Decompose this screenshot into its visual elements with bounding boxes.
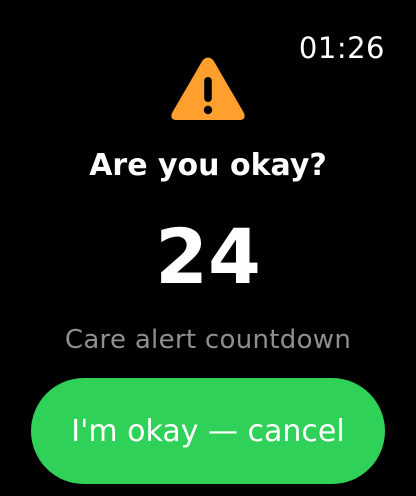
- countdown-caption: Care alert countdown: [64, 325, 352, 355]
- cancel-alert-button[interactable]: I'm okay — cancel: [31, 378, 385, 484]
- countdown-value: 24: [155, 212, 261, 301]
- cancel-button-label: I'm okay — cancel: [71, 413, 345, 449]
- status-time: 01:26: [298, 31, 385, 65]
- alert-title: Are you okay?: [89, 148, 327, 183]
- warning-triangle-icon: [171, 57, 245, 120]
- watch-screen: 01:26 Are you okay? 24 Care alert countd…: [0, 0, 416, 496]
